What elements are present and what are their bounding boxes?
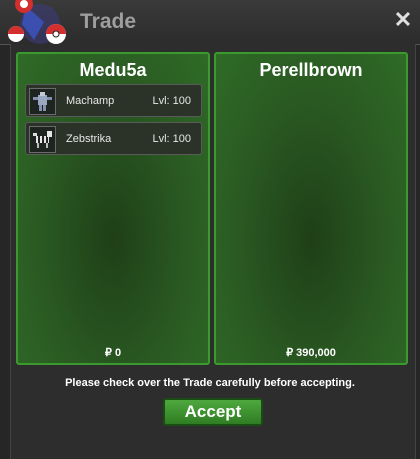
title-bar[interactable]: Trade ✕: [0, 0, 420, 45]
pokemon-name: Zebstrika: [66, 133, 112, 145]
my-money-offer: ₽ 0: [104, 347, 122, 359]
zebstrika-sprite-icon: [29, 126, 56, 153]
trade-notice: Please check over the Trade carefully be…: [65, 377, 355, 389]
offered-pokemon-row[interactable]: Machamp Lvl: 100: [25, 84, 202, 117]
pokemon-name: Machamp: [66, 95, 115, 107]
partner-money-offer: ₽ 390,000: [286, 347, 336, 359]
window-title: Trade: [80, 10, 137, 33]
partner-offer-panel: Perellbrown ₽ 390,000: [214, 52, 408, 365]
my-offer-panel: Medu5a Machamp Lvl: 100 Zebstrika Lvl: 1…: [16, 52, 210, 365]
offered-pokemon-row[interactable]: Zebstrika Lvl: 100: [25, 122, 202, 155]
pokeball-logo-icon: [8, 0, 66, 44]
partner-trainer-name: Perellbrown: [259, 60, 363, 80]
pokemon-level: Lvl: 100: [152, 95, 191, 107]
machamp-sprite-icon: [29, 88, 56, 115]
my-trainer-name: Medu5a: [79, 60, 147, 80]
accept-button[interactable]: Accept: [163, 398, 263, 426]
pokemon-level: Lvl: 100: [152, 133, 191, 145]
trade-window: Trade ✕ Medu5a Machamp Lvl: 100 Zebstrik…: [0, 0, 420, 459]
close-icon[interactable]: ✕: [392, 9, 414, 31]
